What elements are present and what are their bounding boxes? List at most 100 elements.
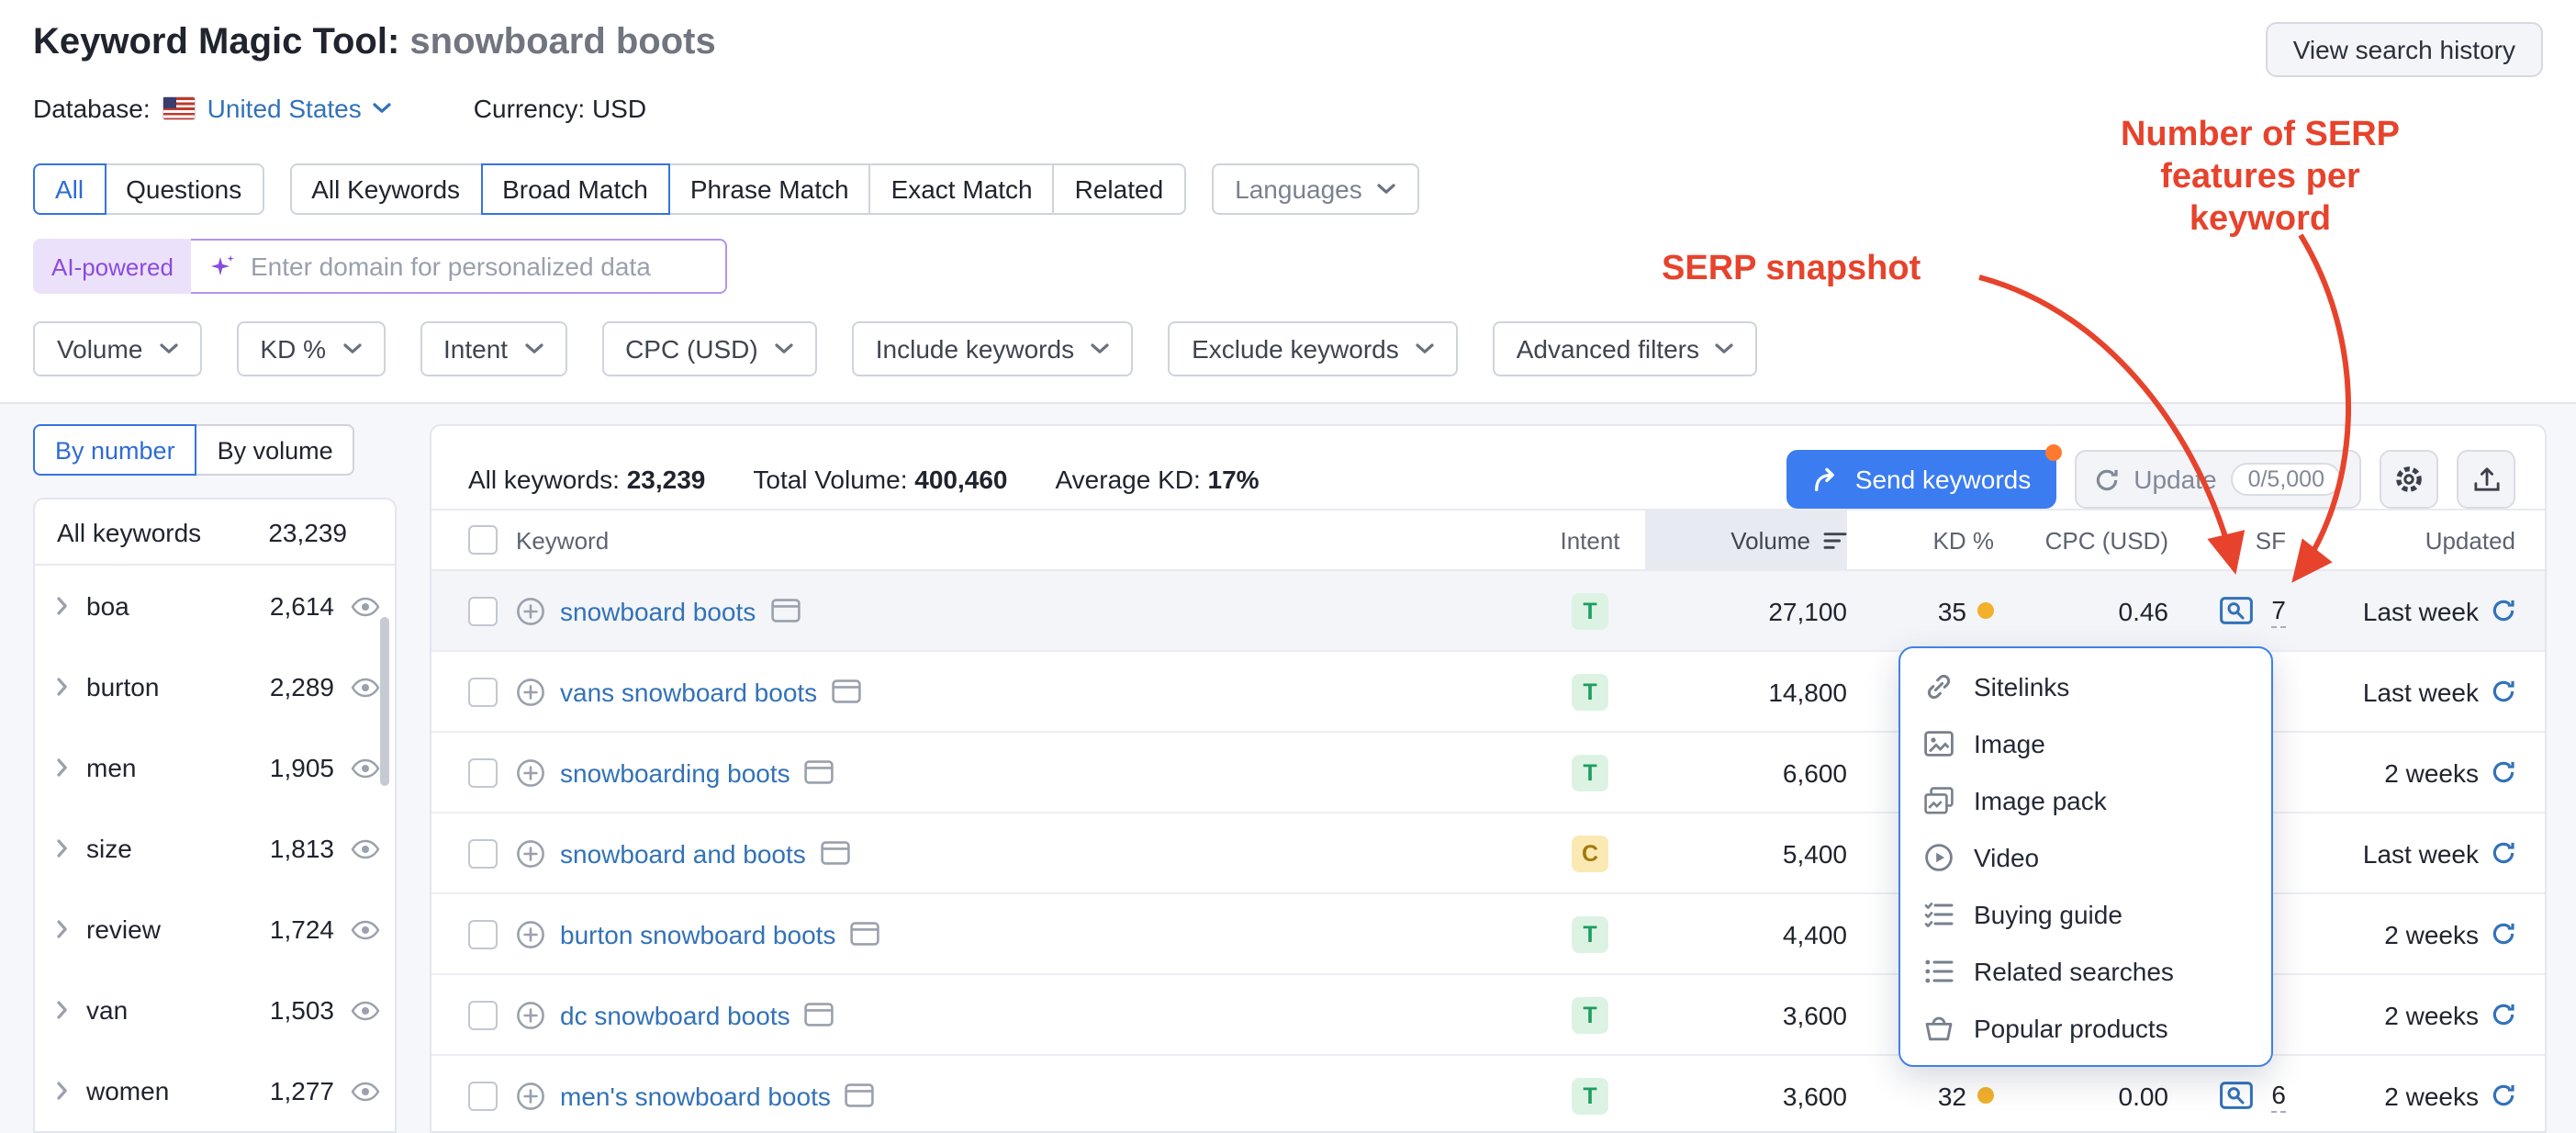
update-button[interactable]: Update 0/5,000	[2075, 450, 2361, 509]
eye-icon[interactable]	[351, 838, 380, 858]
row-checkbox[interactable]	[468, 596, 498, 625]
add-keyword-icon[interactable]	[516, 677, 545, 706]
serp-card-icon[interactable]	[821, 841, 850, 865]
database-selector[interactable]: United States	[207, 94, 391, 123]
keyword-link[interactable]: dc snowboard boots	[560, 1000, 790, 1029]
serp-card-icon[interactable]	[770, 599, 800, 623]
refresh-icon[interactable]	[2492, 922, 2515, 946]
sidebar-group-van[interactable]: van 1,503	[35, 970, 395, 1050]
chevron-right-icon[interactable]	[57, 597, 68, 615]
keyword-link[interactable]: burton snowboard boots	[560, 919, 835, 948]
select-all-checkbox[interactable]	[468, 525, 498, 555]
updated-header[interactable]: Updated	[2334, 510, 2545, 569]
refresh-icon[interactable]	[2492, 679, 2515, 703]
sidebar-scrollbar[interactable]	[380, 617, 389, 786]
row-checkbox[interactable]	[468, 1000, 498, 1029]
sidebar-group-burton[interactable]: burton 2,289	[35, 646, 395, 727]
table-row[interactable]: snowboard boots T 27,100 35 0.46 7 Last …	[431, 571, 2545, 652]
eye-icon[interactable]	[351, 596, 380, 616]
keyword-link[interactable]: snowboard boots	[560, 596, 756, 625]
row-checkbox[interactable]	[468, 677, 498, 706]
serp-feature-related-searches[interactable]: Related searches	[1900, 942, 2271, 999]
chevron-right-icon[interactable]	[57, 1082, 68, 1100]
keyword-link[interactable]: men's snowboard boots	[560, 1081, 831, 1110]
add-keyword-icon[interactable]	[516, 1000, 545, 1029]
export-button[interactable]	[2457, 450, 2515, 509]
refresh-icon[interactable]	[2492, 760, 2515, 784]
tab-questions[interactable]: Questions	[104, 163, 263, 215]
eye-icon[interactable]	[351, 757, 380, 778]
add-keyword-icon[interactable]	[516, 838, 545, 868]
refresh-icon[interactable]	[2492, 1083, 2515, 1107]
serp-feature-video[interactable]: Video	[1900, 828, 2271, 885]
eye-icon[interactable]	[351, 919, 380, 939]
tab-all-keywords[interactable]: All Keywords	[289, 163, 482, 215]
keyword-link[interactable]: snowboard and boots	[560, 838, 806, 868]
sidebar-group-review[interactable]: review 1,724	[35, 889, 395, 970]
view-search-history-button[interactable]: View search history	[2266, 22, 2543, 77]
sidebar-group-size[interactable]: size 1,813	[35, 808, 395, 889]
by-number-tab[interactable]: By number	[33, 424, 197, 476]
serp-feature-sitelinks[interactable]: Sitelinks	[1900, 657, 2271, 714]
refresh-icon[interactable]	[2492, 1003, 2515, 1026]
eye-icon[interactable]	[351, 1000, 380, 1020]
eye-icon[interactable]	[351, 677, 380, 697]
serp-card-icon[interactable]	[805, 760, 834, 784]
sf-header[interactable]: SF	[2168, 510, 2334, 569]
sidebar-group-women[interactable]: women 1,277	[35, 1050, 395, 1131]
sf-count[interactable]: 7	[2271, 594, 2286, 627]
sidebar-group-men[interactable]: men 1,905	[35, 727, 395, 808]
refresh-icon[interactable]	[2492, 841, 2515, 865]
send-keywords-button[interactable]: Send keywords	[1787, 450, 2056, 509]
add-keyword-icon[interactable]	[516, 1081, 545, 1110]
tab-broad-match[interactable]: Broad Match	[480, 163, 670, 215]
refresh-icon[interactable]	[2492, 599, 2515, 623]
serp-snapshot-icon[interactable]	[2220, 1082, 2253, 1109]
keyword-link[interactable]: snowboarding boots	[560, 757, 790, 787]
row-checkbox[interactable]	[468, 838, 498, 868]
intent-header[interactable]: Intent	[1535, 510, 1645, 569]
settings-button[interactable]	[2380, 450, 2438, 509]
chevron-right-icon[interactable]	[57, 839, 68, 858]
kd-filter[interactable]: KD %	[236, 321, 385, 376]
tab-related[interactable]: Related	[1053, 163, 1186, 215]
sf-count[interactable]: 6	[2271, 1079, 2286, 1112]
intent-filter[interactable]: Intent	[420, 321, 566, 376]
all-keywords-row[interactable]: All keywords 23,239	[35, 499, 395, 566]
tab-phrase-match[interactable]: Phrase Match	[668, 163, 871, 215]
serp-card-icon[interactable]	[832, 679, 861, 703]
domain-input[interactable]: Enter domain for personalized data	[192, 239, 728, 294]
chevron-right-icon[interactable]	[57, 758, 68, 777]
exclude-keywords-filter[interactable]: Exclude keywords	[1168, 321, 1458, 376]
chevron-right-icon[interactable]	[57, 920, 68, 938]
cpc-filter[interactable]: CPC (USD)	[601, 321, 817, 376]
languages-dropdown[interactable]: Languages	[1211, 163, 1419, 215]
keyword-link[interactable]: vans snowboard boots	[560, 677, 817, 706]
serp-feature-popular-products[interactable]: Popular products	[1900, 999, 2271, 1056]
chevron-right-icon[interactable]	[57, 1001, 68, 1019]
row-checkbox[interactable]	[468, 919, 498, 948]
serp-card-icon[interactable]	[850, 922, 879, 946]
serp-feature-buying-guide[interactable]: Buying guide	[1900, 885, 2271, 942]
add-keyword-icon[interactable]	[516, 757, 545, 787]
add-keyword-icon[interactable]	[516, 596, 545, 625]
sidebar-group-boa[interactable]: boa 2,614	[35, 566, 395, 646]
chevron-right-icon[interactable]	[57, 678, 68, 696]
serp-card-icon[interactable]	[805, 1003, 834, 1026]
advanced-filters[interactable]: Advanced filters	[1493, 321, 1758, 376]
cpc-header[interactable]: CPC (USD)	[1994, 510, 2168, 569]
by-volume-tab[interactable]: By volume	[196, 424, 355, 476]
keyword-header[interactable]: Keyword	[516, 510, 1535, 569]
tab-exact-match[interactable]: Exact Match	[869, 163, 1055, 215]
table-row[interactable]: men's snowboard boots T 3,600 32 0.00 6 …	[431, 1056, 2545, 1133]
add-keyword-icon[interactable]	[516, 919, 545, 948]
volume-header[interactable]: Volume	[1645, 510, 1847, 569]
serp-feature-image[interactable]: Image	[1900, 714, 2271, 771]
volume-filter[interactable]: Volume	[33, 321, 201, 376]
serp-card-icon[interactable]	[846, 1083, 875, 1107]
serp-snapshot-icon[interactable]	[2220, 597, 2253, 624]
row-checkbox[interactable]	[468, 1081, 498, 1110]
include-keywords-filter[interactable]: Include keywords	[852, 321, 1133, 376]
row-checkbox[interactable]	[468, 757, 498, 787]
eye-icon[interactable]	[351, 1081, 380, 1101]
